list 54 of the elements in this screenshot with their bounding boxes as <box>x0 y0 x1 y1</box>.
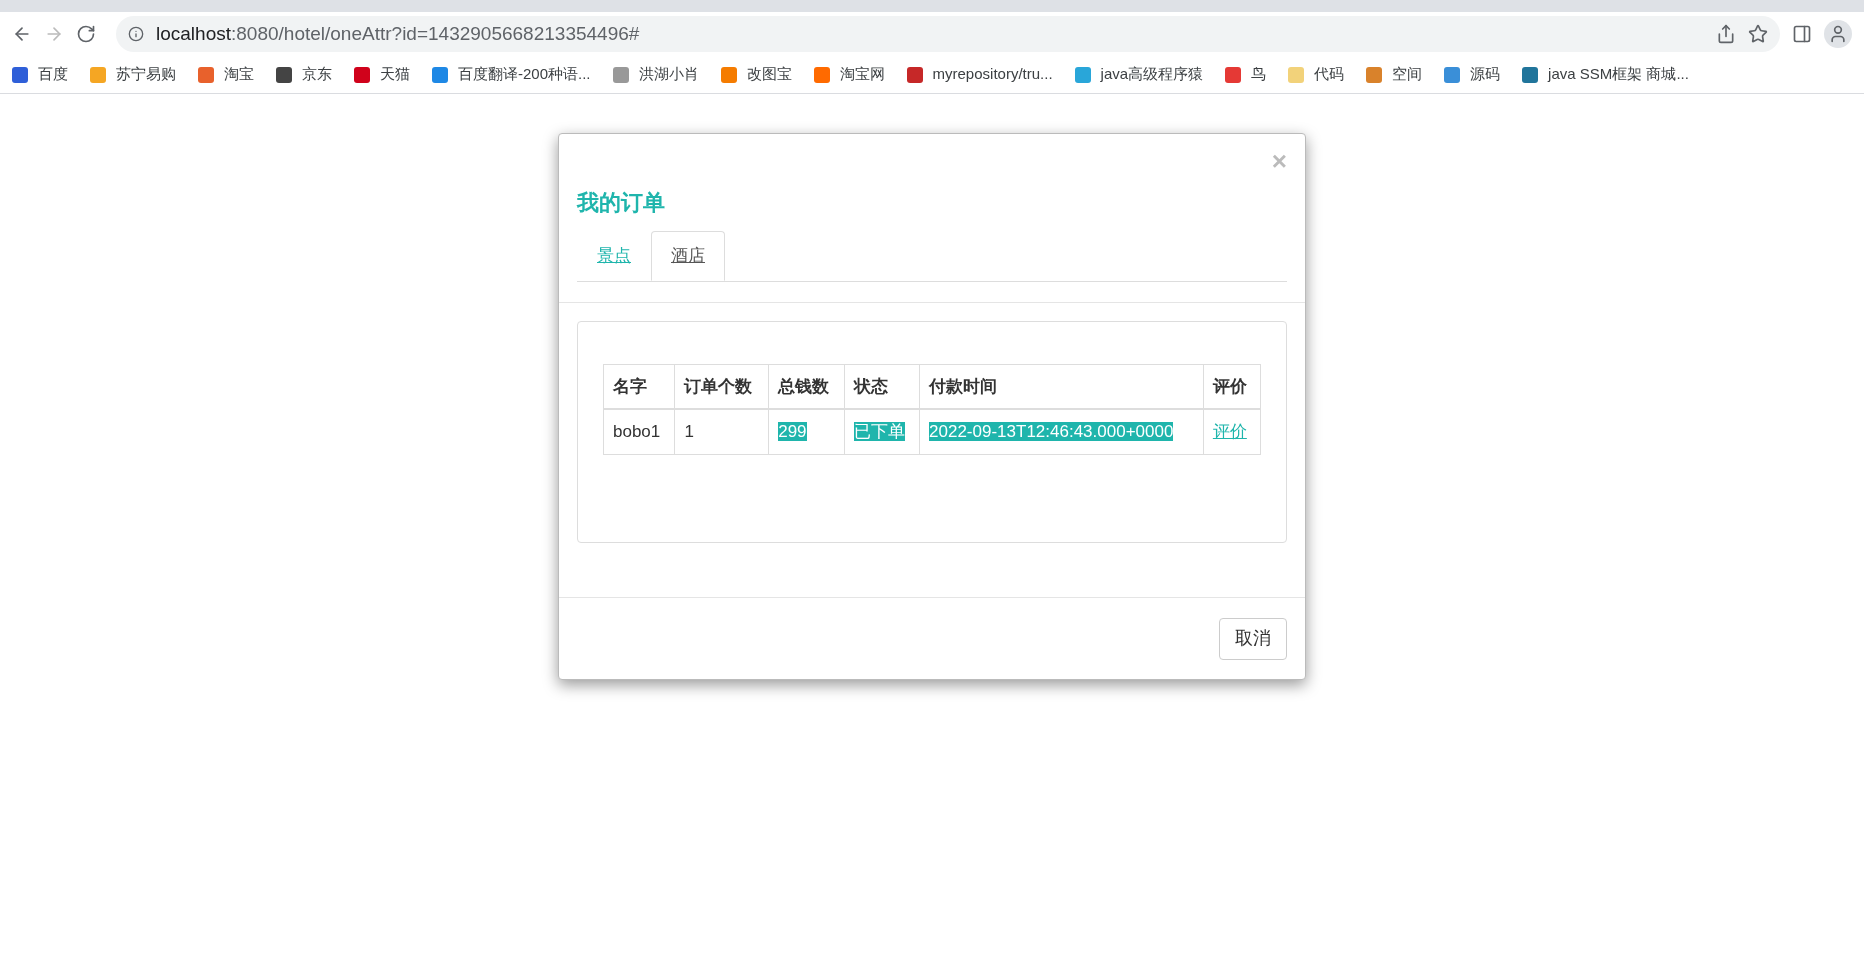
column-header: 评价 <box>1203 364 1261 409</box>
favicon-icon <box>276 66 292 83</box>
bookmark[interactable]: 百度 <box>12 63 68 86</box>
bookmark[interactable]: 源码 <box>1444 63 1501 86</box>
column-header: 付款时间 <box>919 364 1204 409</box>
favicon-icon <box>12 66 28 83</box>
bookmark[interactable]: 淘宝网 <box>813 63 885 86</box>
bookmark[interactable]: 苏宁易购 <box>90 63 176 86</box>
info-icon[interactable] <box>128 26 144 42</box>
favicon-icon <box>1288 66 1305 83</box>
favicon-icon <box>90 66 106 83</box>
favicon-icon <box>432 66 448 83</box>
bookmark[interactable]: myrepository/tru... <box>906 63 1053 86</box>
favicon-icon <box>198 66 214 83</box>
bookmark[interactable]: java SSM框架 商城... <box>1522 63 1689 86</box>
table-cell: 1 <box>684 422 694 441</box>
bookmark[interactable]: 鸟 <box>1225 63 1267 86</box>
favicon-icon <box>720 66 737 83</box>
column-header: 名字 <box>603 364 675 409</box>
favicon-icon <box>906 66 923 83</box>
favicon-icon <box>354 66 370 83</box>
column-header: 订单个数 <box>674 364 769 409</box>
table-cell: bobo1 <box>613 422 661 441</box>
favicon-icon <box>612 66 629 83</box>
bookmark[interactable]: 洪湖小肖 <box>612 63 699 86</box>
bookmark[interactable]: java高级程序猿 <box>1074 63 1204 86</box>
bookmark[interactable]: 代码 <box>1288 63 1345 86</box>
bookmark[interactable]: 百度翻译-200种语... <box>432 63 591 86</box>
modal-title: 我的订单 <box>577 189 666 217</box>
favicon-icon <box>1366 66 1383 83</box>
favicon-icon <box>813 66 830 83</box>
selected-text: 299 <box>778 422 807 441</box>
bookmark[interactable]: 空间 <box>1366 63 1423 86</box>
favicon-icon <box>1074 66 1091 83</box>
profile-icon[interactable] <box>1824 20 1852 48</box>
selected-text: 2022-09-13T12:46:43.000+0000 <box>929 422 1174 441</box>
favicon-icon <box>1522 66 1539 83</box>
bookmark[interactable]: 天猫 <box>354 63 410 86</box>
bookmark[interactable]: 淘宝 <box>198 63 254 86</box>
url-text: localhost:8080/hotel/oneAttr?id=1432905668213354496# <box>156 21 640 46</box>
column-header: 总钱数 <box>768 364 845 409</box>
selected-text: 已下单 <box>853 422 905 441</box>
address-bar[interactable]: localhost:8080/hotel/oneAttr?id=1432905668213354496# <box>116 16 1780 52</box>
favicon-icon <box>1225 66 1242 83</box>
bookmark[interactable]: 改图宝 <box>720 63 792 86</box>
side-panel-icon[interactable] <box>1792 24 1812 44</box>
bookmark[interactable]: 京东 <box>276 63 332 86</box>
share-icon[interactable] <box>1716 24 1736 44</box>
tab[interactable]: 酒店 <box>651 231 725 281</box>
favicon-icon <box>1444 66 1461 83</box>
column-header: 状态 <box>844 364 920 409</box>
cancel-button[interactable]: 取消 <box>1219 617 1287 660</box>
star-icon[interactable] <box>1748 24 1768 44</box>
reload-icon[interactable] <box>76 24 96 44</box>
